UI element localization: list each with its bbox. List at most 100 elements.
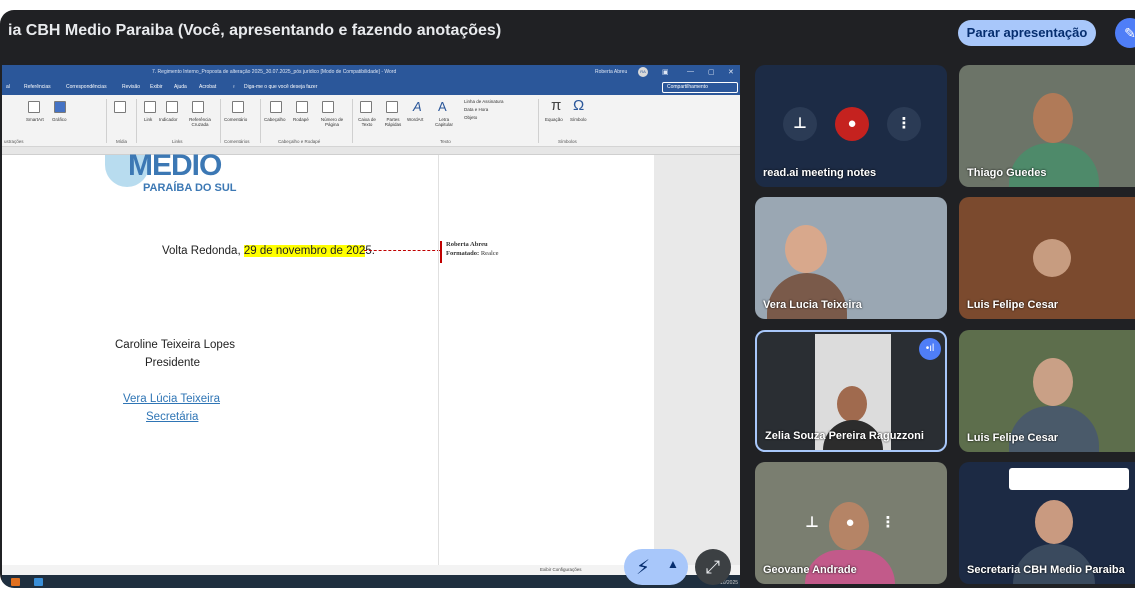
date-highlighted: 29 de novembro de 202 [243,245,366,257]
participant-tile[interactable]: ⊥ ● ⋮ read.ai meeting notes [755,65,947,187]
equation-icon[interactable]: π [551,97,561,114]
menu-item-insert[interactable]: al [6,84,10,90]
participant-tile[interactable]: Luis Felipe Cesar [959,330,1135,452]
ribbon-header[interactable]: Cabeçalho [264,117,286,122]
video-icon[interactable] [114,101,126,113]
participant-video [837,386,867,422]
footer-icon[interactable] [296,101,308,113]
ribbon-comment[interactable]: Comentário [224,117,247,122]
horizontal-ruler[interactable] [2,147,740,155]
ribbon-wordart[interactable]: WordArt [407,117,423,122]
pin-icon[interactable]: ⊥ [783,107,817,141]
ribbon-display-icon[interactable]: ▣ [662,68,669,76]
display-settings[interactable]: Exibir Configurações [540,567,582,572]
account-avatar[interactable]: ✎ [1115,18,1135,48]
link-icon[interactable] [144,101,156,113]
participant-name: Geovane Andrade [763,564,857,576]
smartart-icon[interactable] [28,101,40,113]
ribbon-equation[interactable]: Equação [545,117,563,122]
ribbon-separator [260,99,261,143]
text-box-icon[interactable] [360,101,372,113]
participant-tile[interactable]: Thiago Guedes [959,65,1135,187]
taskbar-app-icon[interactable] [34,578,43,586]
ribbon-separator [352,99,353,143]
share-button[interactable]: Compartilhamento [662,82,738,93]
mic-off-icon[interactable]: ● [835,107,869,141]
participant-tile-speaking[interactable]: •ıl Zelia Souza Pereira Raguzzoni [755,330,947,452]
more-options-icon[interactable]: ⋮ [887,107,921,141]
speaking-indicator-icon: •ıl [919,338,941,360]
ribbon-page-number[interactable]: Número de Página [316,117,348,127]
participant-tile[interactable]: Secretaria CBH Medio Paraiba [959,462,1135,584]
menu-item-mailings[interactable]: Correspondências [66,84,107,90]
participant-name: Thiago Guedes [967,167,1047,179]
participant-video [1009,406,1099,452]
chevron-up-icon[interactable]: ▲ [667,557,679,571]
group-illustrations: ustrações [4,139,24,144]
participant-tile[interactable]: Vera Lucia Teixeira [755,197,947,319]
participant-name: Zelia Souza Pereira Raguzzoni [765,430,924,442]
ribbon-quick-parts[interactable]: Partes Rápidas [380,117,406,127]
pin-icon[interactable]: ⊥ [795,506,829,540]
group-comments: Comentários [224,139,250,144]
date-prefix: Volta Redonda, [162,245,244,257]
ribbon-object[interactable]: Objeto [464,115,477,120]
word-user-name: Roberta Abreu [595,69,628,75]
menu-item-review[interactable]: Revisão [122,84,140,90]
ribbon-drop-cap[interactable]: Letra Capitular [432,117,456,127]
comment-marker [440,241,442,263]
lightning-icon[interactable]: ⚡ [636,555,650,580]
screenshot-frame: ia CBH Medio Paraiba (Você, apresentando… [0,0,1135,596]
presentation-controls[interactable]: ⚡ ▲ [624,549,688,585]
tell-me-search[interactable]: Diga-me o que você deseja fazer [244,84,317,90]
ribbon-symbol[interactable]: Símbolo [570,117,587,122]
word-title-bar: 7. Regimento Interno_Proposta de alteraç… [2,65,740,79]
participant-avatar [1033,239,1071,277]
date-suffix: 5. [365,245,375,257]
participant-video [1009,143,1099,187]
maximize-icon[interactable]: ▢ [708,68,715,76]
mic-icon[interactable]: ● [833,506,867,540]
minimize-icon[interactable]: — [687,68,694,75]
close-icon[interactable]: ✕ [728,68,734,76]
document-page[interactable]: MEDIO PARAÍBA DO SUL Volta Redonda, 29 d… [2,149,654,573]
signer2-name[interactable]: Vera Lúcia Teixeira [123,393,220,405]
participant-name: Luis Felipe Cesar [967,299,1059,311]
participant-video [767,273,847,319]
menu-item-view[interactable]: Exibir [150,84,163,90]
participant-tile[interactable]: Luis Felipe Cesar [959,197,1135,319]
ribbon-footer[interactable]: Rodapé [293,117,309,122]
meeting-title: ia CBH Medio Paraiba (Você, apresentando… [8,22,502,39]
ribbon-text-box[interactable]: Caixa de Texto [356,117,378,127]
expand-icon[interactable]: ⤢ [695,549,731,585]
signer2-role[interactable]: Secretária [146,411,198,423]
ribbon-signature-line[interactable]: Linha de Assinatura [464,99,504,104]
menu-item-acrobat[interactable]: Acrobat [199,84,216,90]
quick-parts-icon[interactable] [386,101,398,113]
logo-sub-text: PARAÍBA DO SUL [143,182,237,194]
symbol-icon[interactable]: Ω [573,97,584,114]
comment-icon[interactable] [232,101,244,113]
ribbon-date-time[interactable]: Data e Hora [464,107,488,112]
page-number-icon[interactable] [322,101,334,113]
ribbon-smartart[interactable]: SmartArt [26,117,44,122]
ribbon-chart[interactable]: Gráfico [52,117,67,122]
ribbon-bookmark[interactable]: Indicador [159,117,178,122]
taskbar-app-icon[interactable] [11,578,20,586]
more-options-icon[interactable]: ⋮ [871,506,905,540]
cross-reference-icon[interactable] [192,101,204,113]
stop-presenting-button[interactable]: Parar apresentação [958,20,1096,46]
header-icon[interactable] [270,101,282,113]
drop-cap-icon[interactable]: A [438,99,447,114]
chart-icon[interactable] [54,101,66,113]
menu-item-help[interactable]: Ajuda [174,84,187,90]
menu-item-references[interactable]: Referências [24,84,51,90]
wordart-icon[interactable]: A [413,99,422,114]
participant-tile[interactable]: ⊥ ● ⋮ Geovane Andrade [755,462,947,584]
word-doc-title: 7. Regimento Interno_Proposta de alteraç… [152,69,397,75]
ribbon-link[interactable]: Link [144,117,152,122]
word-user-avatar: RA [638,67,648,77]
bookmark-icon[interactable] [166,101,178,113]
ribbon-cross-reference[interactable]: Referência Cruzada [185,117,215,127]
comment-author: Roberta Abreu [446,241,488,248]
